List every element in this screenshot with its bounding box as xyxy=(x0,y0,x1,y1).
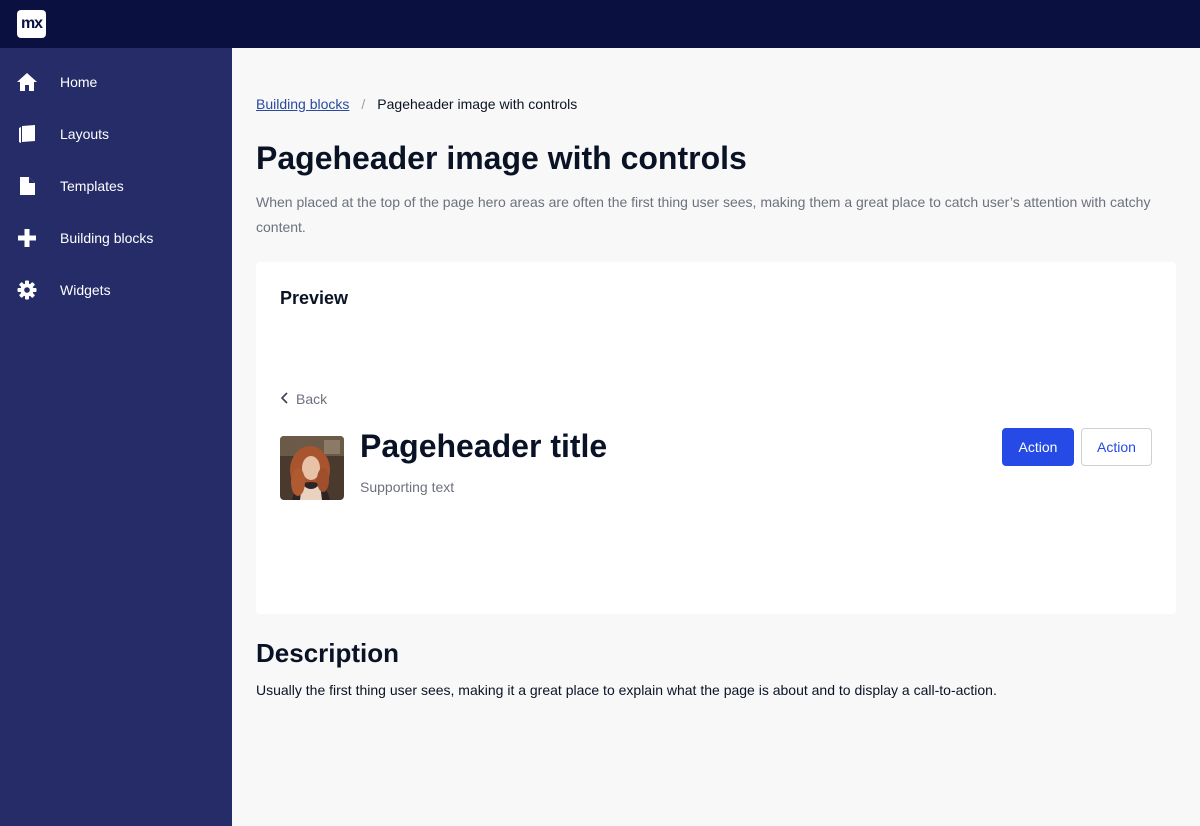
sidebar-item-label: Layouts xyxy=(60,126,110,142)
sidebar-item-widgets[interactable]: Widgets xyxy=(0,264,232,316)
breadcrumb-current: Pageheader image with controls xyxy=(377,96,578,112)
page-title: Pageheader image with controls xyxy=(256,140,747,176)
top-bar: mx xyxy=(0,0,1200,48)
sidebar-item-label: Building blocks xyxy=(60,230,154,246)
back-link[interactable]: Back xyxy=(280,391,327,407)
document-icon xyxy=(16,175,38,197)
secondary-action-button[interactable]: Action xyxy=(1081,428,1152,466)
sidebar-item-label: Templates xyxy=(60,178,124,194)
chevron-left-icon xyxy=(280,391,296,407)
sidebar-item-building-blocks[interactable]: Building blocks xyxy=(0,212,232,264)
preview-card: Preview Back Pageheader title Supporting… xyxy=(256,262,1176,614)
pageheader-title: Pageheader title xyxy=(360,428,608,464)
layouts-icon xyxy=(16,123,38,145)
mendix-logo-icon[interactable]: mx xyxy=(17,10,46,38)
preview-title: Preview xyxy=(280,288,349,308)
home-icon xyxy=(16,71,38,93)
sidebar-item-label: Widgets xyxy=(60,282,111,298)
supporting-text: Supporting text xyxy=(360,479,455,495)
sidebar-item-layouts[interactable]: Layouts xyxy=(0,108,232,160)
description-title: Description xyxy=(256,638,400,668)
breadcrumb-link-building-blocks[interactable]: Building blocks xyxy=(256,96,349,112)
sidebar-item-templates[interactable]: Templates xyxy=(0,160,232,212)
main-content: Building blocks / Pageheader image with … xyxy=(232,48,1200,826)
plus-icon xyxy=(16,227,38,249)
breadcrumb: Building blocks / Pageheader image with … xyxy=(256,96,577,112)
sidebar-item-label: Home xyxy=(60,74,98,90)
sidebar-item-home[interactable]: Home xyxy=(0,56,232,108)
gear-icon xyxy=(16,279,38,301)
page-description: When placed at the top of the page hero … xyxy=(256,194,1151,235)
primary-action-button[interactable]: Action xyxy=(1002,428,1074,466)
description-text: Usually the first thing user sees, makin… xyxy=(256,682,997,698)
breadcrumb-separator: / xyxy=(361,96,366,112)
profile-image xyxy=(280,436,344,500)
sidebar: Home Layouts Templates Building blocks W… xyxy=(0,48,232,826)
back-label: Back xyxy=(296,391,328,407)
